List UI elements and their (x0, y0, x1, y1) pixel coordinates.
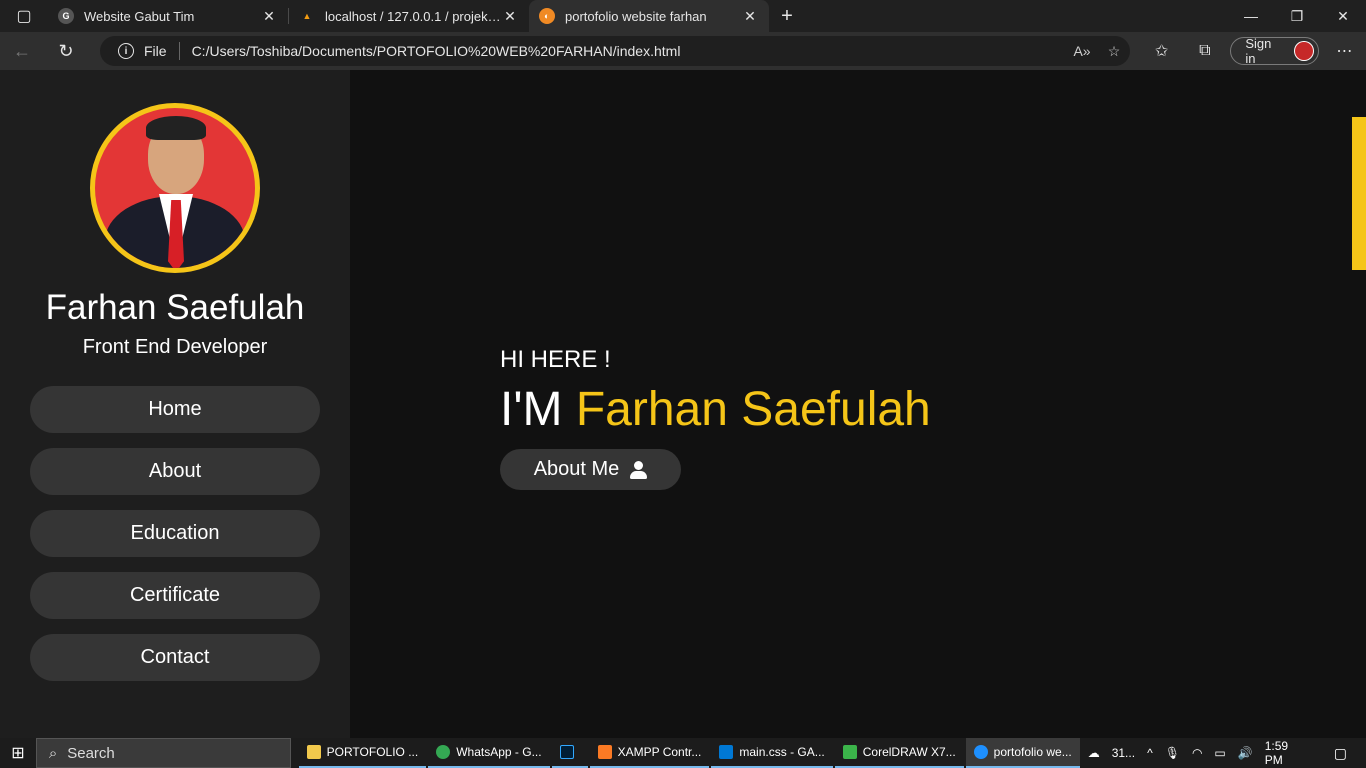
tab-localhost[interactable]: ▲ localhost / 127.0.0.1 / projek_pe ✕ (289, 0, 529, 32)
taskbar-app-chrome[interactable]: WhatsApp - G... (428, 738, 550, 768)
tab-portfolio-active[interactable]: ◐ portofolio website farhan ✕ (529, 0, 769, 32)
address-divider (178, 42, 180, 60)
tab-title: Website Gabut Tim (84, 8, 195, 24)
collections-icon[interactable]: ⧉ (1183, 42, 1226, 60)
hero-greeting: HI HERE ! (500, 346, 611, 373)
menu-item-certificate[interactable]: Certificate (30, 572, 320, 619)
page-content: Farhan Saefulah Front End Developer Home… (0, 70, 1366, 738)
page-scrollbar[interactable] (1352, 70, 1366, 738)
menu-item-contact[interactable]: Contact (30, 634, 320, 681)
xampp-icon (597, 745, 612, 759)
app-label: portofolio we... (993, 745, 1072, 759)
chevron-up-icon[interactable]: ^ (1147, 746, 1153, 760)
taskbar-app-xampp[interactable]: XAMPP Contr... (589, 738, 710, 768)
add-favorite-icon[interactable]: ☆ (1098, 43, 1130, 60)
volume-icon[interactable]: 🔊 (1238, 746, 1253, 760)
system-tray: ☁ 31... ^ 🎙 ◠ ▭ 🔊 1:59 PM ▢ (1082, 739, 1366, 767)
weather-text[interactable]: 31... (1112, 746, 1135, 760)
scrollbar-thumb[interactable] (1352, 117, 1366, 270)
notification-icon[interactable]: ▢ (1321, 745, 1360, 762)
taskbar-app-photoshop[interactable] (551, 738, 588, 768)
more-icon[interactable]: ⋯ (1323, 41, 1366, 61)
user-icon (629, 460, 648, 479)
profile-photo (90, 103, 260, 273)
windows-taskbar: ⊞ ⌕ Search PORTOFOLIO ... WhatsApp - G..… (0, 738, 1366, 768)
app-label: WhatsApp - G... (456, 745, 542, 759)
sidebar-menu: Home About Education Certificate Contact (30, 386, 320, 696)
app-label: CorelDRAW X7... (862, 745, 956, 759)
app-label: main.css - GA... (739, 745, 825, 759)
app-label: PORTOFOLIO ... (326, 745, 419, 759)
sidebar: Farhan Saefulah Front End Developer Home… (0, 70, 350, 738)
battery-icon[interactable]: ▭ (1214, 746, 1225, 760)
tab-title: portofolio website farhan (565, 8, 707, 24)
minimize-icon[interactable]: — (1228, 0, 1274, 32)
menu-item-education[interactable]: Education (30, 510, 320, 557)
taskbar-app-coreldraw[interactable]: CorelDRAW X7... (834, 738, 964, 768)
address-bar[interactable]: i File C:/Users/Toshiba/Documents/PORTOF… (100, 36, 1130, 66)
tab-website-gabut-tim[interactable]: G Website Gabut Tim ✕ (48, 0, 288, 32)
browser-toolbar: ✩ ⧉ Sign in ⋯ (1140, 32, 1366, 70)
tab-title: localhost / 127.0.0.1 / projek_pe (325, 8, 501, 24)
photoshop-icon (559, 745, 574, 759)
about-me-label: About Me (533, 458, 620, 480)
restore-icon[interactable]: ❐ (1274, 0, 1320, 32)
tab-actions-icon[interactable]: ▢ (0, 0, 48, 32)
taskbar-apps: PORTOFOLIO ... WhatsApp - G... XAMPP Con… (298, 738, 1082, 768)
photo-hair (146, 116, 206, 140)
profile-role: Front End Developer (82, 336, 268, 358)
clock[interactable]: 1:59 PM (1265, 739, 1309, 767)
close-tab-icon[interactable]: ✕ (501, 8, 519, 25)
chrome-icon (436, 745, 451, 759)
info-icon[interactable]: i (118, 43, 134, 59)
new-tab-button[interactable]: + (769, 0, 805, 32)
url-text[interactable]: C:/Users/Toshiba/Documents/PORTOFOLIO%20… (192, 43, 1066, 59)
search-placeholder: Search (67, 744, 115, 762)
hero-name: Farhan Saefulah (575, 383, 931, 436)
close-window-icon[interactable]: ✕ (1320, 0, 1366, 32)
sign-in-label: Sign in (1245, 36, 1272, 66)
hero-headline: I'M Farhan Saefulah (500, 382, 931, 437)
window-controls: — ❐ ✕ (1228, 0, 1366, 32)
menu-item-about[interactable]: About (30, 448, 320, 495)
taskbar-search[interactable]: ⌕ Search (35, 738, 291, 768)
profile-name: Farhan Saefulah (45, 288, 305, 327)
taskbar-app-vscode[interactable]: main.css - GA... (711, 738, 833, 768)
read-aloud-icon[interactable]: A» (1066, 43, 1098, 59)
close-tab-icon[interactable]: ✕ (741, 8, 759, 25)
browser-tab-bar: ▢ G Website Gabut Tim ✕ ▲ localhost / 12… (0, 0, 1366, 32)
wifi-icon[interactable]: ◠ (1192, 746, 1202, 760)
app-label: XAMPP Contr... (617, 745, 702, 759)
folder-icon (306, 745, 321, 759)
coreldraw-icon (842, 745, 857, 759)
menu-item-home[interactable]: Home (30, 386, 320, 433)
refresh-icon[interactable]: ↻ (44, 32, 88, 70)
back-icon[interactable]: ← (0, 32, 44, 70)
favorites-icon[interactable]: ✩ (1140, 41, 1183, 61)
address-bar-row: ← ↻ i File C:/Users/Toshiba/Documents/PO… (0, 32, 1366, 70)
taskbar-app-file-explorer[interactable]: PORTOFOLIO ... (298, 738, 427, 768)
about-me-button[interactable]: About Me (500, 449, 681, 490)
sign-in-button[interactable]: Sign in (1230, 36, 1319, 66)
weather-icon[interactable]: ☁ (1088, 746, 1100, 760)
windows-start-icon[interactable]: ⊞ (0, 743, 36, 763)
portfolio-icon: ◐ (539, 8, 555, 24)
vscode-icon (719, 745, 734, 759)
hero-prefix: I'M (500, 383, 563, 436)
phpmyadmin-icon: ▲ (302, 11, 312, 21)
edge-icon (973, 745, 988, 759)
microphone-icon[interactable]: 🎙 (1165, 746, 1180, 760)
close-tab-icon[interactable]: ✕ (260, 8, 278, 25)
search-icon: ⌕ (48, 744, 58, 762)
scheme-label: File (144, 43, 167, 59)
profile-avatar (1294, 41, 1314, 61)
github-icon: G (58, 8, 74, 24)
hero-section: HI HERE ! I'M Farhan Saefulah About Me (500, 346, 931, 490)
taskbar-app-edge[interactable]: portofolio we... (965, 738, 1080, 768)
